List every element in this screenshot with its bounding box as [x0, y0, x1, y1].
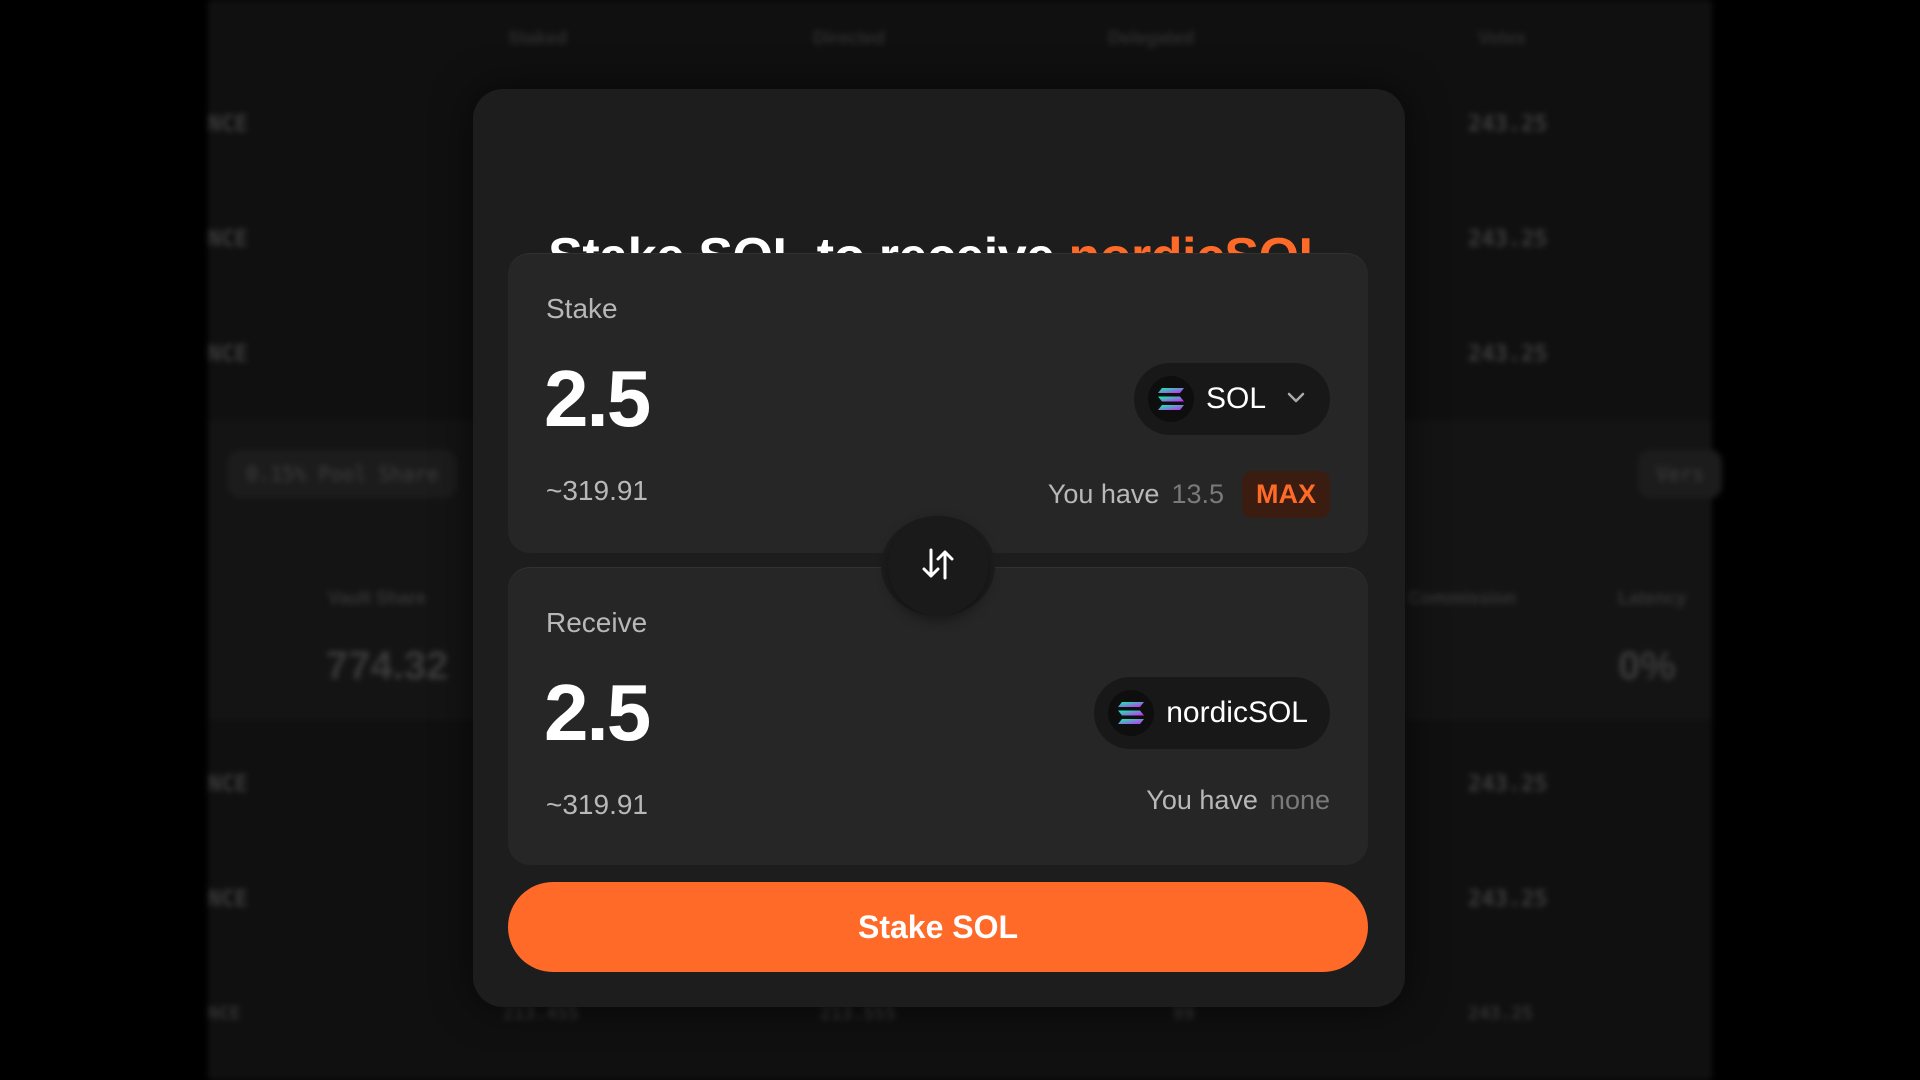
background-row-label: NCE	[208, 887, 248, 912]
nordicsol-icon	[1108, 690, 1155, 736]
stake-balance: You have 13.5 MAX	[1048, 471, 1330, 518]
receive-fiat-value: ~319.91	[546, 789, 648, 820]
background-row-label: NCE	[208, 342, 248, 367]
version-pill: Vers	[1638, 450, 1723, 498]
receive-balance: You have none	[1146, 785, 1330, 816]
balance-label: You have	[1146, 785, 1258, 815]
receive-label: Receive	[546, 607, 648, 638]
balance-value: 13.5	[1171, 479, 1224, 509]
commission-label: Commission	[1408, 588, 1517, 608]
max-button[interactable]: MAX	[1242, 471, 1330, 518]
swap-button-inner	[888, 516, 988, 616]
stake-card: Stake 2.5 ~319.91 SOL You have 13.5 MAX	[508, 253, 1368, 553]
receive-amount: 2.5	[544, 668, 651, 757]
background-row-value: 243.25	[1468, 112, 1548, 137]
stake-label: Stake	[546, 293, 618, 324]
balance-value: none	[1269, 785, 1330, 815]
background-row-label: NCE	[208, 112, 248, 137]
column-header: Directed	[813, 28, 886, 48]
column-header: Delegated	[1108, 28, 1195, 48]
solana-icon	[1147, 376, 1194, 422]
background-row-value: 243.25	[1468, 1003, 1534, 1024]
background-row-value: 243.25	[1468, 772, 1548, 797]
stake-fiat-value: ~319.91	[546, 475, 648, 506]
swap-direction-button[interactable]	[881, 516, 995, 616]
pool-share-pill: 0.15% Pool Share	[228, 450, 457, 498]
latency-label: Latency	[1618, 588, 1687, 608]
column-header: Votes	[1478, 28, 1526, 48]
swap-arrows-icon	[918, 544, 958, 589]
background-row-label: NCE	[208, 772, 248, 797]
background-row-value: 243.25	[1468, 887, 1548, 912]
background-row-value: 243.25	[1468, 342, 1548, 367]
background-row-label: NCE	[208, 227, 248, 252]
stake-sol-button[interactable]: Stake SOL	[508, 882, 1368, 972]
token-nordicsol: nordicSOL	[1094, 677, 1330, 749]
vault-label: Vault Share	[328, 588, 427, 608]
column-header: Staked	[508, 28, 568, 48]
latency-value: 0%	[1618, 644, 1676, 688]
balance-label: You have	[1047, 479, 1160, 509]
chevron-down-icon	[1284, 385, 1308, 414]
background-row-label: NCE	[208, 1003, 241, 1024]
background-row-value: 243.25	[1468, 227, 1548, 252]
token-name: SOL	[1205, 382, 1266, 415]
vault-value: 774.32	[326, 644, 449, 688]
stake-amount-input[interactable]: 2.5	[544, 353, 651, 445]
token-name: nordicSOL	[1166, 696, 1308, 729]
token-selector-sol[interactable]: SOL	[1133, 363, 1330, 435]
